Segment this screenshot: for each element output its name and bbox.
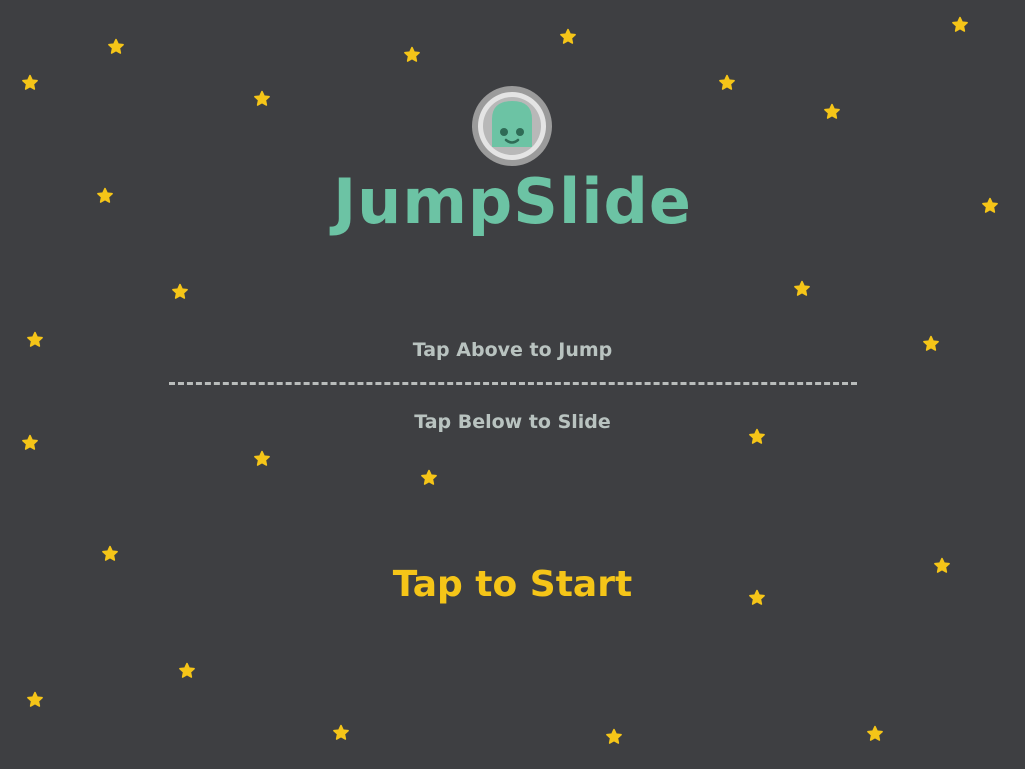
star-icon [867, 725, 883, 741]
star-icon [254, 450, 270, 466]
slide-instruction: Tap Below to Slide [414, 411, 611, 433]
star-icon [404, 46, 420, 62]
star-icon [172, 283, 188, 299]
star-icon [824, 103, 840, 119]
star-icon [22, 74, 38, 90]
tap-to-start-button[interactable]: Tap to Start [0, 562, 1025, 608]
game-screen[interactable]: JumpSlide Tap Above to Jump Tap Below to… [0, 0, 1025, 769]
star-icon [27, 691, 43, 707]
star-icon [794, 280, 810, 296]
star-icon [22, 434, 38, 450]
star-icon [606, 728, 622, 744]
ghost-avatar-icon [472, 86, 552, 166]
star-icon [254, 90, 270, 106]
star-icon [719, 74, 735, 90]
jump-slide-divider [169, 382, 857, 385]
star-icon [333, 724, 349, 740]
star-icon [421, 469, 437, 485]
star-icon [102, 545, 118, 561]
star-icon [108, 38, 124, 54]
jump-instruction: Tap Above to Jump [412, 339, 613, 361]
star-icon [560, 28, 576, 44]
game-title: JumpSlide [333, 165, 692, 238]
star-icon [952, 16, 968, 32]
star-icon [179, 662, 195, 678]
